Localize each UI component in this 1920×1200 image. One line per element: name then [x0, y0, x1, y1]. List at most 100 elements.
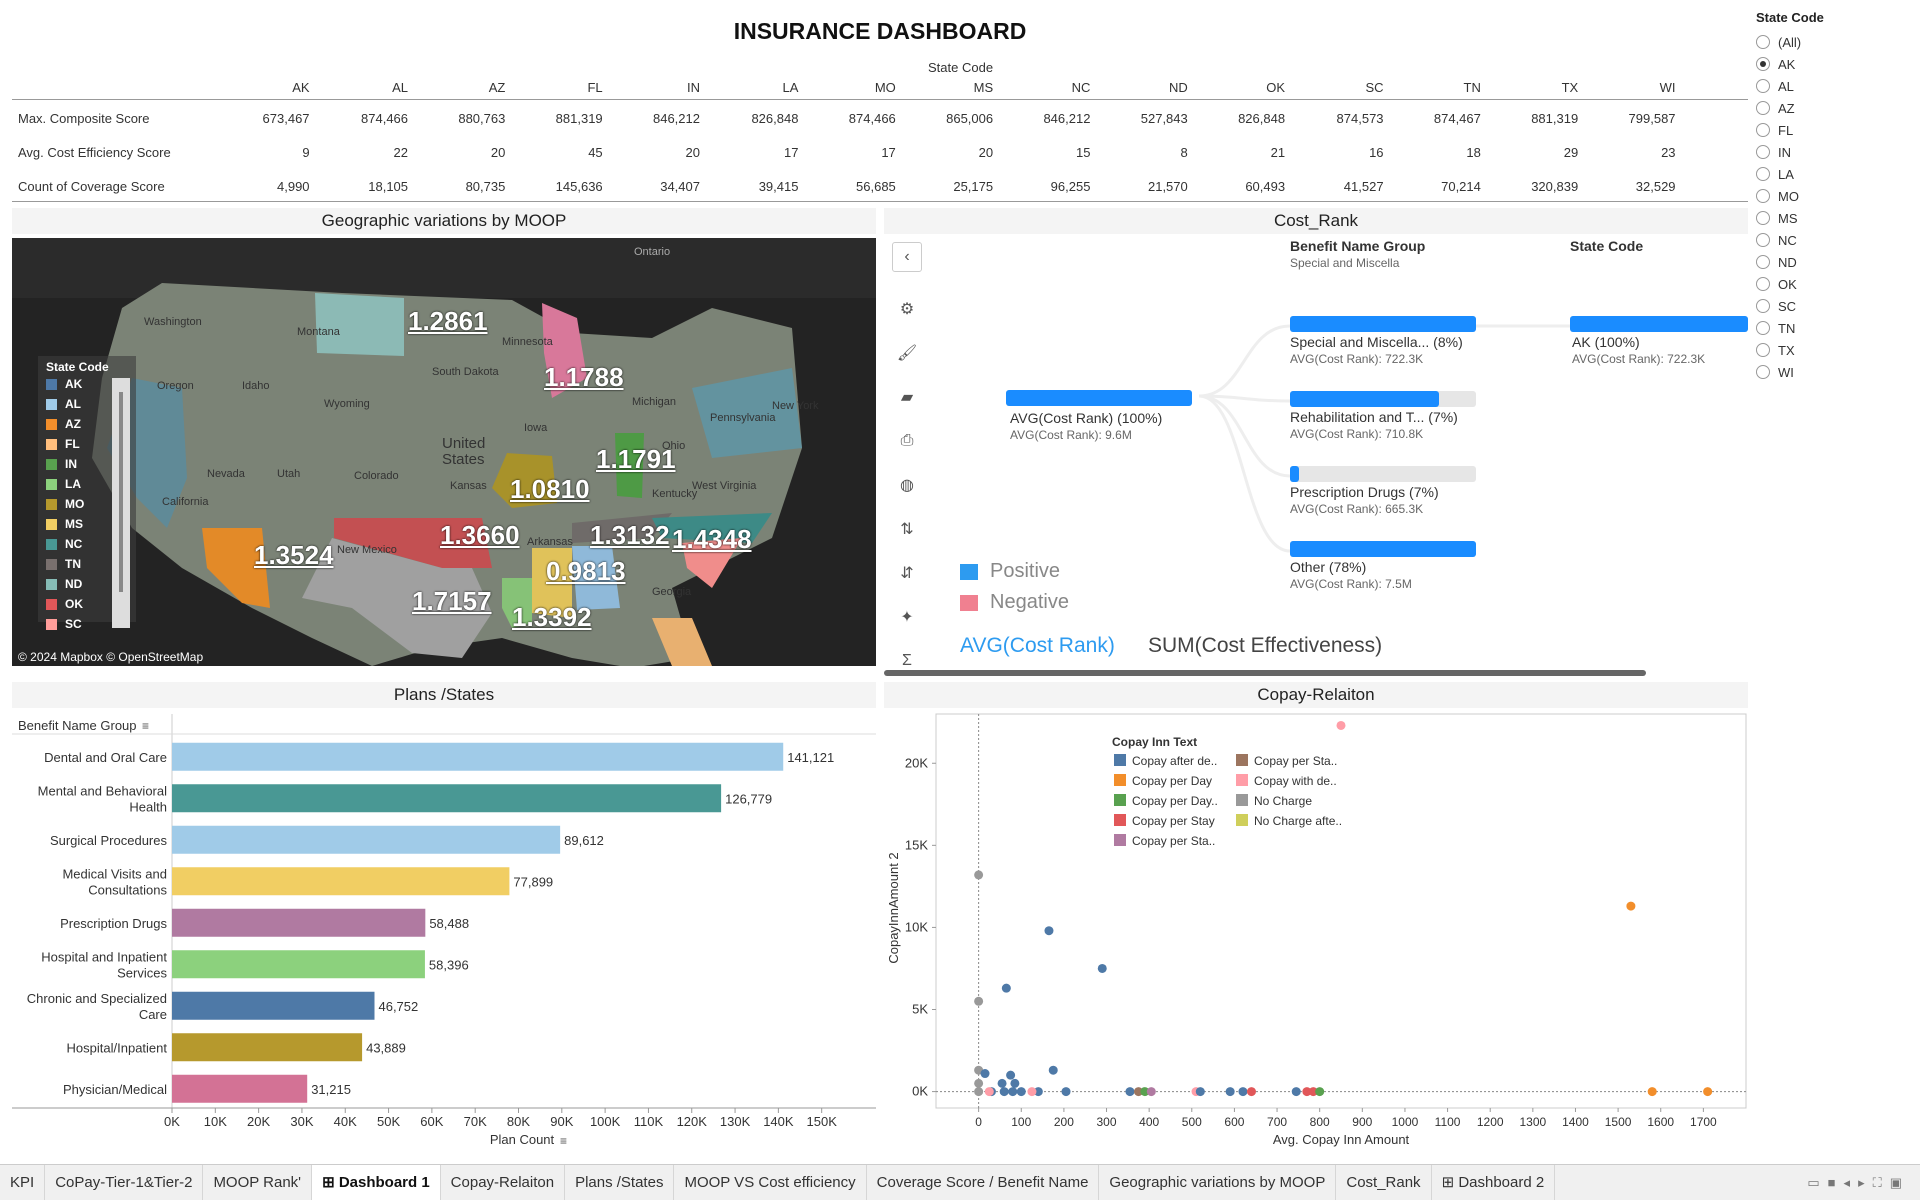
map-value-label[interactable]: 1.1791 [596, 444, 676, 475]
scatter-point[interactable] [984, 1087, 994, 1097]
cost-rank-scrollbar[interactable] [884, 670, 1646, 676]
root-node-bar[interactable] [1006, 390, 1192, 406]
radio-button[interactable] [1756, 321, 1770, 335]
scatter-point[interactable] [1291, 1087, 1301, 1097]
map-value-label[interactable]: 1.1788 [544, 362, 624, 393]
measure-tab[interactable]: SUM(Cost Effectiveness) [1148, 634, 1382, 658]
radio-button[interactable] [1756, 233, 1770, 247]
scatter-point[interactable] [1010, 1078, 1020, 1088]
filter-option-az[interactable]: AZ [1756, 97, 1916, 119]
tab-coverage-score-benefit-name[interactable]: Coverage Score / Benefit Name [867, 1164, 1100, 1200]
fullscreen-icon[interactable]: ⛶ [1873, 1175, 1890, 1190]
tab-plans-states[interactable]: Plans /States [565, 1164, 675, 1200]
filter-option-sc[interactable]: SC [1756, 295, 1916, 317]
map-value-label[interactable]: 1.3524 [254, 540, 334, 571]
filter-option-tn[interactable]: TN [1756, 317, 1916, 339]
tab-copay-relaiton[interactable]: Copay-Relaiton [441, 1164, 566, 1200]
scatter-point[interactable] [974, 870, 984, 880]
scatter-point[interactable] [1626, 901, 1636, 911]
radio-button[interactable] [1756, 167, 1770, 181]
bar[interactable] [172, 742, 784, 771]
scatter-point[interactable] [1315, 1087, 1325, 1097]
leaf-node-bar[interactable] [1570, 316, 1748, 332]
radio-button[interactable] [1756, 35, 1770, 49]
scatter-point[interactable] [1336, 720, 1346, 730]
filter-option-nc[interactable]: NC [1756, 229, 1916, 251]
scatter-point[interactable] [1125, 1087, 1135, 1097]
map-value-label[interactable]: 1.0810 [510, 474, 590, 505]
sort-icon[interactable]: ≡ [560, 1134, 567, 1148]
present-icon[interactable]: ▣ [1890, 1175, 1910, 1190]
copay-legend-label[interactable]: Copay per Sta.. [1132, 834, 1215, 848]
scatter-point[interactable] [1061, 1087, 1071, 1097]
tab-moop-rank-[interactable]: MOOP Rank' [203, 1164, 313, 1200]
copay-legend-label[interactable]: Copay per Day [1132, 774, 1212, 788]
scatter-point[interactable] [974, 996, 984, 1006]
scatter-point[interactable] [1016, 1087, 1026, 1097]
map-value-label[interactable]: 1.3132 [590, 520, 670, 551]
scatter-point[interactable] [1225, 1087, 1235, 1097]
scatter-point[interactable] [980, 1069, 990, 1079]
tab-kpi[interactable]: KPI [0, 1164, 46, 1200]
filter-option-mo[interactable]: MO [1756, 185, 1916, 207]
copay-legend-label[interactable]: No Charge afte.. [1254, 814, 1342, 828]
copay-legend-label[interactable]: No Charge [1254, 794, 1312, 808]
copay-legend-label[interactable]: Copay with de.. [1254, 774, 1337, 788]
radio-button[interactable] [1756, 79, 1770, 93]
child-node-bar[interactable] [1290, 466, 1476, 482]
state-nd[interactable] [315, 293, 404, 356]
filter-option-al[interactable]: AL [1756, 75, 1916, 97]
scatter-point[interactable] [1008, 1087, 1018, 1097]
filter-option-ms[interactable]: MS [1756, 207, 1916, 229]
tab-dashboard-1[interactable]: ⊞ Dashboard 1 [312, 1164, 441, 1200]
radio-button[interactable] [1756, 255, 1770, 269]
bar[interactable] [172, 825, 561, 854]
map-value-label[interactable]: 0.9813 [546, 556, 626, 587]
copay-legend-label[interactable]: Copay per Day.. [1132, 794, 1218, 808]
map-value-label[interactable]: 1.3660 [440, 520, 520, 551]
filter-option-in[interactable]: IN [1756, 141, 1916, 163]
copay-legend-label[interactable]: Copay per Sta.. [1254, 754, 1337, 768]
radio-button[interactable] [1756, 145, 1770, 159]
radio-button[interactable] [1756, 211, 1770, 225]
bar[interactable] [172, 1074, 308, 1103]
child-node-bar[interactable] [1290, 541, 1476, 557]
filter-option-fl[interactable]: FL [1756, 119, 1916, 141]
filter-option-wi[interactable]: WI [1756, 361, 1916, 383]
scatter-point[interactable] [1044, 926, 1054, 936]
scatter-point[interactable] [1647, 1087, 1657, 1097]
radio-button[interactable] [1756, 343, 1770, 357]
copay-legend-label[interactable]: Copay after de.. [1132, 754, 1217, 768]
map-value-label[interactable]: 1.4348 [672, 524, 752, 555]
child-node-bar[interactable] [1290, 316, 1476, 332]
grid-view-icon[interactable]: ▭ [1807, 1175, 1827, 1190]
tab-geographic-variations-by-moop[interactable]: Geographic variations by MOOP [1099, 1164, 1337, 1200]
scatter-point[interactable] [974, 1078, 984, 1088]
map-value-label[interactable]: 1.7157 [412, 586, 492, 617]
filmstrip-icon[interactable]: ■ [1828, 1175, 1844, 1190]
filter-option-la[interactable]: LA [1756, 163, 1916, 185]
scatter-point[interactable] [1097, 963, 1107, 973]
sort-icon[interactable]: ≡ [142, 719, 149, 733]
scatter-point[interactable] [1703, 1087, 1713, 1097]
radio-button[interactable] [1756, 299, 1770, 313]
copay-legend-label[interactable]: Copay per Stay [1132, 814, 1215, 828]
tab-dashboard-2[interactable]: ⊞ Dashboard 2 [1432, 1164, 1556, 1200]
scatter-point[interactable] [1048, 1065, 1058, 1075]
scatter-point[interactable] [1146, 1087, 1156, 1097]
scatter-point[interactable] [974, 1087, 984, 1097]
filter-option-ak[interactable]: AK [1756, 53, 1916, 75]
bar[interactable] [172, 1033, 363, 1062]
scatter-point[interactable] [1195, 1087, 1205, 1097]
moop-map[interactable]: Ontario Washington Montana Oregon Idaho Wyomi… [12, 238, 876, 666]
radio-button[interactable] [1756, 277, 1770, 291]
scatter-point[interactable] [999, 1087, 1009, 1097]
scatter-point[interactable] [1006, 1070, 1016, 1080]
measure-tab[interactable]: AVG(Cost Rank) [960, 634, 1115, 658]
radio-button[interactable] [1756, 123, 1770, 137]
radio-button[interactable] [1756, 57, 1770, 71]
map-legend-scrollbar[interactable] [112, 378, 130, 628]
scatter-point[interactable] [1027, 1087, 1037, 1097]
bar[interactable] [172, 950, 425, 979]
radio-button[interactable] [1756, 189, 1770, 203]
